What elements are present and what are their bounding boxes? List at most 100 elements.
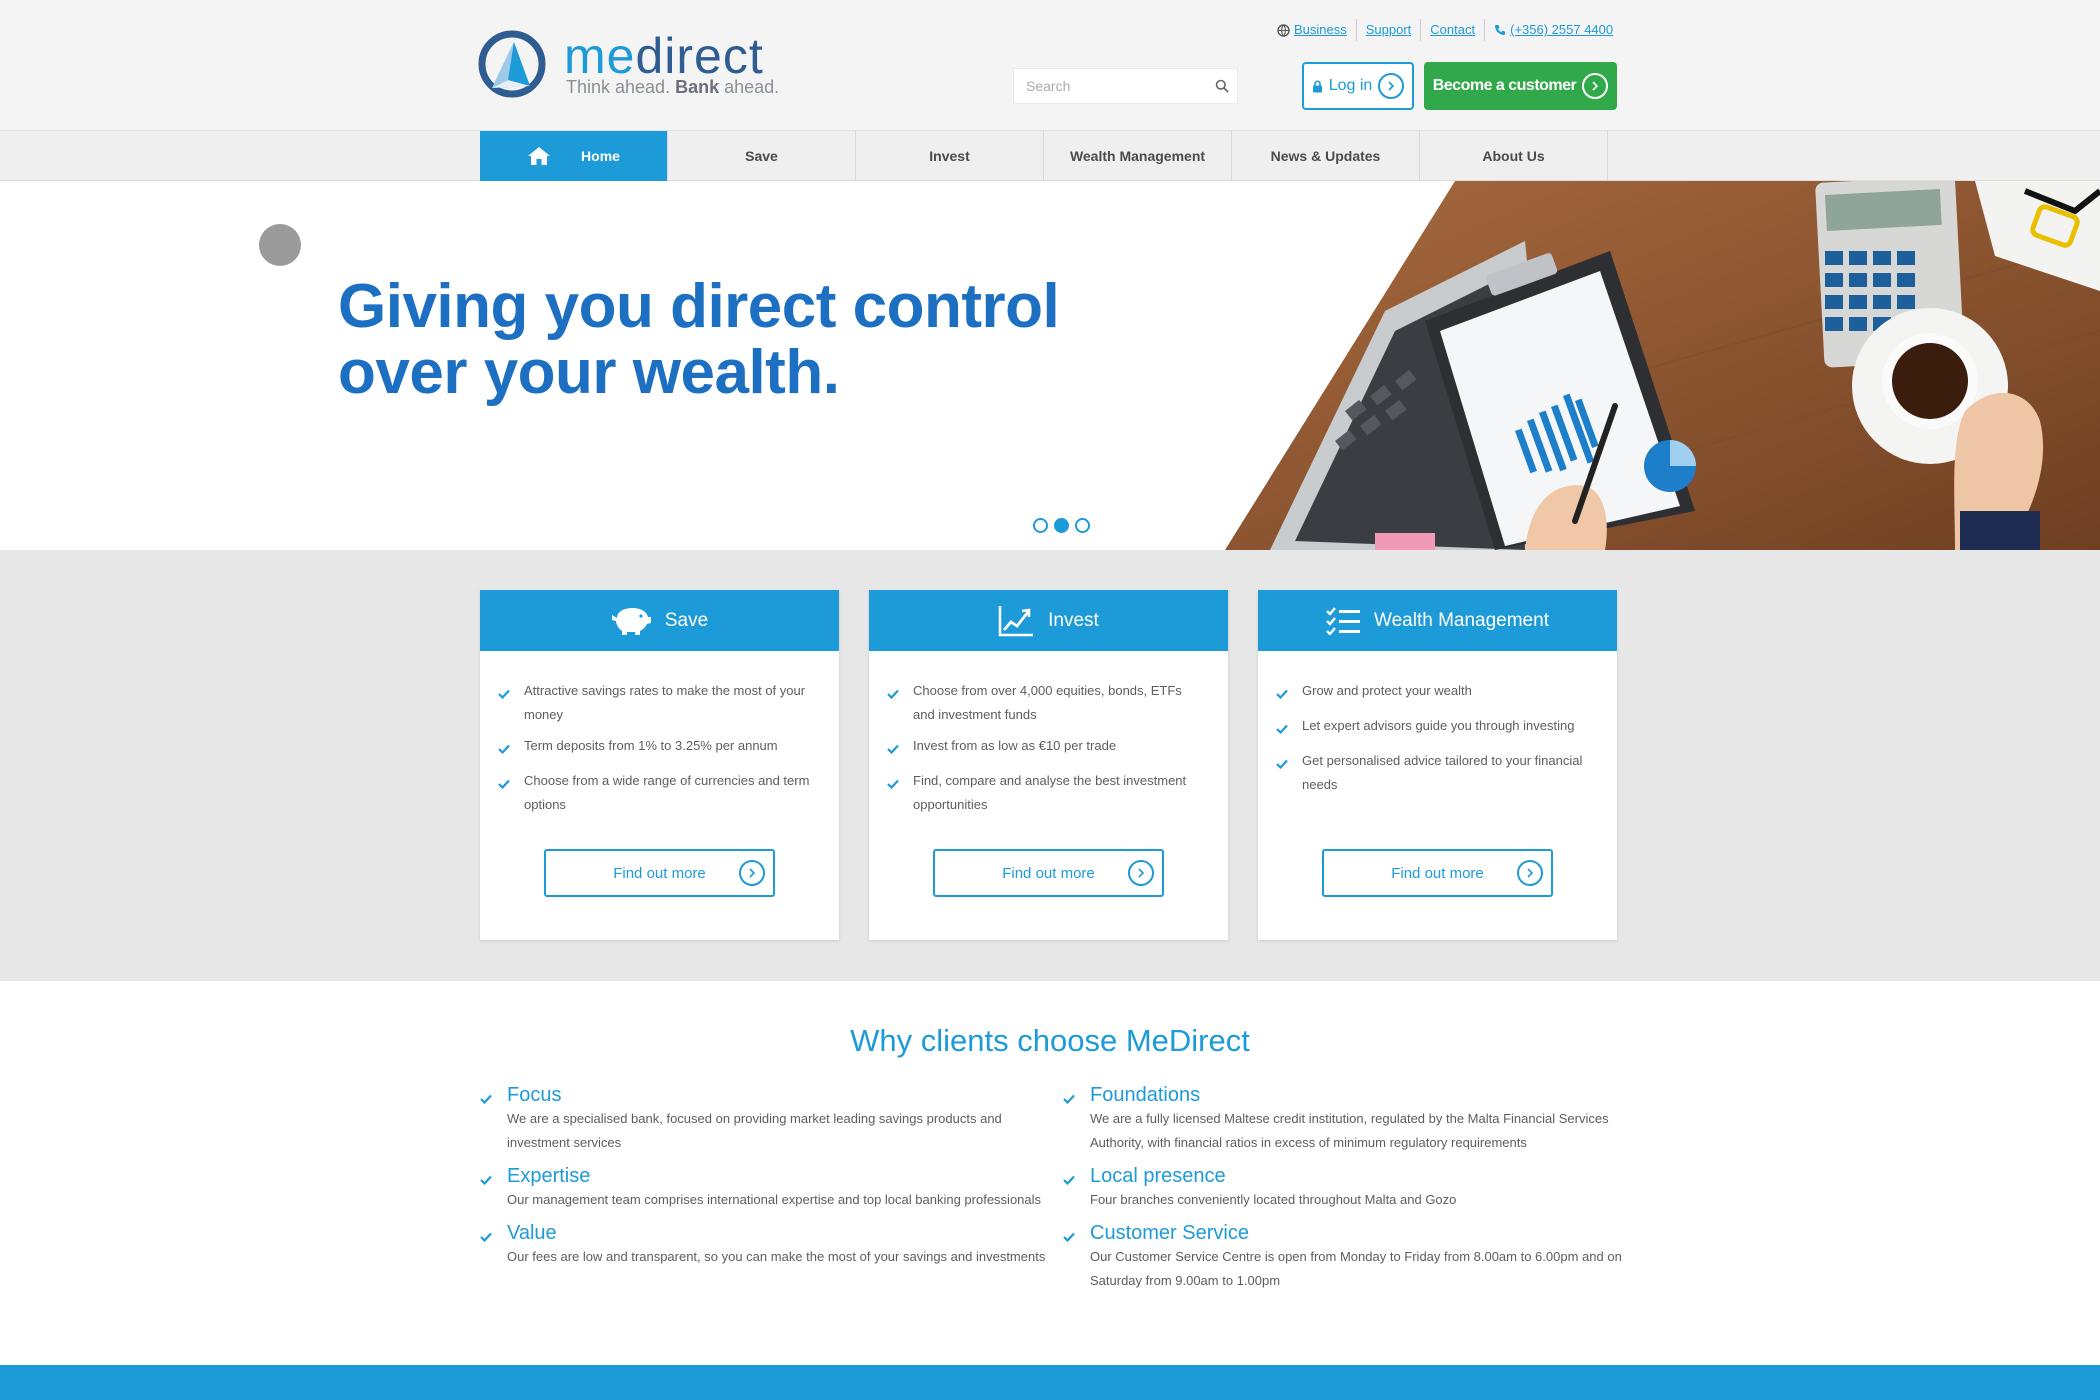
- wealth-button-label: Find out more: [1391, 864, 1484, 882]
- invest-card-list: Choose from over 4,000 equities, bonds, …: [869, 651, 1228, 817]
- why-item-text: Four branches conveniently located throu…: [1090, 1192, 1457, 1207]
- why-item-value: Value Our fees are low and transparent, s…: [480, 1221, 1050, 1269]
- carousel-dot-1[interactable]: [1033, 518, 1048, 533]
- nav-item-news-updates[interactable]: News & Updates: [1232, 131, 1420, 181]
- nav-item-invest[interactable]: Invest: [856, 131, 1044, 181]
- hero-title-line2: over your wealth.: [338, 338, 840, 407]
- login-button[interactable]: Log in: [1302, 62, 1414, 110]
- check-icon: [1276, 679, 1302, 707]
- logo-tagline: Think ahead. Bank ahead.: [566, 77, 780, 97]
- search-input[interactable]: [1014, 69, 1207, 103]
- check-icon: [1063, 1083, 1090, 1155]
- why-item-text: Our Customer Service Centre is open from…: [1090, 1249, 1622, 1288]
- nav-item-wealth-management[interactable]: Wealth Management: [1044, 131, 1232, 181]
- globe-icon: [1277, 23, 1290, 37]
- invest-card-title: Invest: [1048, 609, 1099, 631]
- hero-banner: Giving you direct control over your weal…: [0, 181, 2100, 550]
- hero-desk-image: [1225, 181, 2100, 550]
- save-button-label: Find out more: [613, 864, 706, 882]
- nav-item-save-label: Save: [745, 148, 778, 164]
- phone-link-label: (+356) 2557 4400: [1510, 22, 1614, 37]
- why-item-title: Expertise: [507, 1165, 591, 1187]
- carousel-indicators: [1033, 518, 1090, 533]
- logo-mark-icon: [478, 30, 546, 98]
- nav-item-news-label: News & Updates: [1270, 148, 1381, 164]
- why-item-text: Our fees are low and transparent, so you…: [507, 1249, 1046, 1264]
- why-item-text: We are a fully licensed Maltese credit i…: [1090, 1111, 1609, 1150]
- carousel-dot-3[interactable]: [1075, 518, 1090, 533]
- business-link-label: Business: [1294, 22, 1347, 37]
- why-item-foundations: Foundations We are a fully licensed Malte…: [1063, 1083, 1633, 1155]
- login-button-label: Log in: [1328, 77, 1373, 94]
- checklist-icon: [1326, 606, 1360, 635]
- phone-icon: [1495, 25, 1506, 35]
- chevron-right-icon: [1517, 860, 1543, 886]
- nav-item-save[interactable]: Save: [668, 131, 856, 181]
- why-item-title: Focus: [507, 1084, 562, 1106]
- list-item: Choose from over 4,000 equities, bonds, …: [887, 679, 1204, 727]
- why-item-customer-service: Customer Service Our Customer Service Cen…: [1063, 1221, 1633, 1293]
- lock-icon: [1312, 80, 1322, 92]
- check-icon: [1276, 749, 1302, 797]
- why-item-text: We are a specialised bank, focused on pr…: [507, 1111, 1002, 1150]
- wealth-card-list: Grow and protect your wealth Let expert …: [1258, 651, 1617, 797]
- phone-link[interactable]: (+356) 2557 4400: [1485, 19, 1622, 41]
- main-nav: Home Save Invest Wealth Management News …: [0, 131, 2100, 181]
- check-icon: [480, 1221, 507, 1269]
- check-icon: [480, 1164, 507, 1212]
- why-section-title: Why clients choose MeDirect: [850, 1023, 1250, 1058]
- list-item: Find, compare and analyse the best inves…: [887, 769, 1204, 817]
- why-item-title: Local presence: [1090, 1165, 1226, 1187]
- page: medirect Think ahead. Bank ahead. Busine…: [0, 0, 2100, 1400]
- search-icon[interactable]: [1207, 68, 1237, 104]
- why-left-column: Focus We are a specialised bank, focused …: [480, 1083, 1050, 1278]
- nav-item-home[interactable]: Home: [480, 131, 668, 181]
- wealth-card-title: Wealth Management: [1374, 609, 1549, 631]
- list-item: Choose from a wide range of currencies a…: [498, 769, 815, 817]
- invest-find-out-more-button[interactable]: Find out more: [933, 849, 1164, 897]
- save-card-title: Save: [664, 609, 709, 631]
- contact-link[interactable]: Contact: [1421, 19, 1486, 41]
- wealth-card: Wealth Management Grow and protect your …: [1258, 590, 1617, 940]
- list-item: Let expert advisors guide you through in…: [1276, 714, 1593, 742]
- footer-bar: [0, 1365, 2100, 1400]
- check-icon: [887, 679, 913, 727]
- business-link[interactable]: Business: [1268, 19, 1357, 41]
- chart-up-icon: [998, 605, 1034, 636]
- list-item: Attractive savings rates to make the mos…: [498, 679, 815, 727]
- hero-marker-dot: [259, 224, 301, 266]
- nav-item-about-label: About Us: [1482, 148, 1545, 164]
- why-item-title: Value: [507, 1222, 557, 1244]
- why-item-expertise: Expertise Our management team comprises i…: [480, 1164, 1050, 1212]
- check-icon: [498, 734, 524, 762]
- nav-item-home-label: Home: [581, 148, 620, 164]
- why-item-local-presence: Local presence Four branches conveniently…: [1063, 1164, 1633, 1212]
- hero-title: Giving you direct control over your weal…: [338, 274, 1060, 407]
- chevron-right-icon: [739, 860, 765, 886]
- become-customer-button[interactable]: Become a customer: [1424, 62, 1617, 110]
- contact-link-label: Contact: [1430, 22, 1476, 37]
- nav-item-invest-label: Invest: [929, 148, 970, 164]
- save-card: Save Attractive savings rates to make th…: [480, 590, 839, 940]
- support-link-label: Support: [1365, 22, 1412, 37]
- piggy-bank-icon: [611, 607, 651, 635]
- check-icon: [1276, 714, 1302, 742]
- top-links: Business Support Contact (+356) 2557 440…: [1268, 18, 1622, 42]
- nav-item-about-us[interactable]: About Us: [1420, 131, 1608, 181]
- carousel-dot-2[interactable]: [1054, 518, 1069, 533]
- chevron-right-icon: [1378, 73, 1405, 99]
- why-item-title: Foundations: [1090, 1084, 1201, 1106]
- list-item: Grow and protect your wealth: [1276, 679, 1593, 707]
- wealth-find-out-more-button[interactable]: Find out more: [1322, 849, 1553, 897]
- check-icon: [1063, 1221, 1090, 1293]
- list-item: Invest from as low as €10 per trade: [887, 734, 1204, 762]
- invest-button-label: Find out more: [1002, 864, 1095, 882]
- why-item-focus: Focus We are a specialised bank, focused …: [480, 1083, 1050, 1155]
- save-find-out-more-button[interactable]: Find out more: [544, 849, 775, 897]
- logo[interactable]: medirect Think ahead. Bank ahead.: [478, 28, 798, 100]
- search-box: [1013, 68, 1238, 104]
- invest-card-header: Invest: [869, 590, 1228, 651]
- support-link[interactable]: Support: [1357, 19, 1422, 41]
- wealth-card-header: Wealth Management: [1258, 590, 1617, 651]
- check-icon: [480, 1083, 507, 1155]
